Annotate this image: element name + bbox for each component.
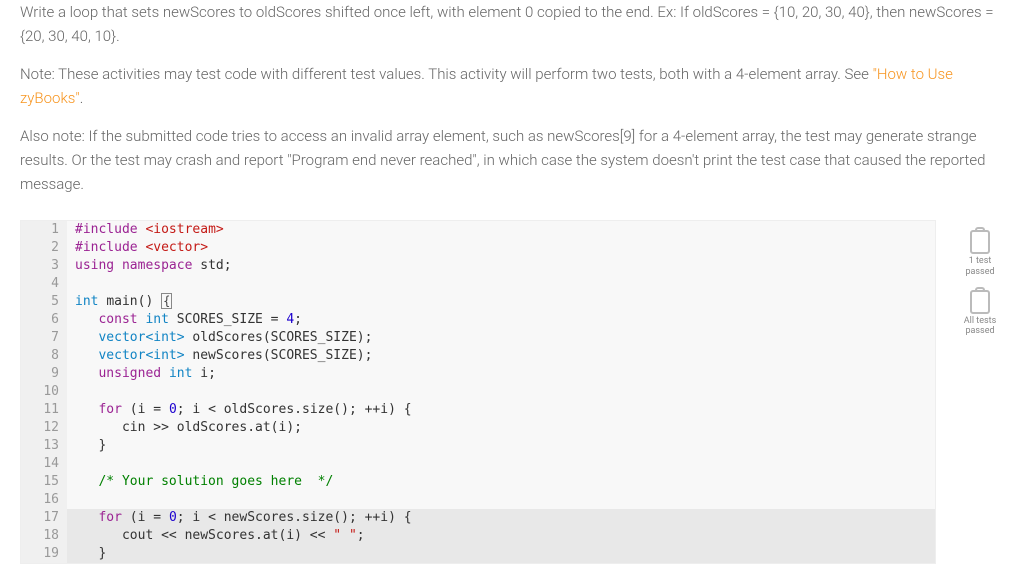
code-line[interactable]: 6 const int SCORES_SIZE = 4; (21, 311, 935, 329)
code-line[interactable]: 4 (21, 275, 935, 293)
line-number: 11 (21, 401, 67, 419)
code-source[interactable] (67, 455, 75, 473)
code-line[interactable]: 13 } (21, 437, 935, 455)
line-number: 12 (21, 419, 67, 437)
line-number: 6 (21, 311, 67, 329)
code-line[interactable]: 2#include <vector> (21, 239, 935, 257)
line-number: 14 (21, 455, 67, 473)
code-source[interactable] (67, 275, 75, 293)
code-source[interactable]: for (i = 0; i < newScores.size(); ++i) { (67, 509, 412, 527)
code-source[interactable] (67, 491, 75, 509)
line-number: 16 (21, 491, 67, 509)
code-source[interactable]: } (67, 437, 106, 455)
code-source[interactable]: } (67, 545, 106, 563)
instruction-p2-lead: Note: These activities may test code wit… (20, 65, 873, 83)
code-line[interactable]: 16 (21, 491, 935, 509)
line-number: 4 (21, 275, 67, 293)
line-number: 7 (21, 329, 67, 347)
line-number: 8 (21, 347, 67, 365)
code-line[interactable]: 8 vector<int> newScores(SCORES_SIZE); (21, 347, 935, 365)
code-source[interactable]: cout << newScores.at(i) << " "; (67, 527, 365, 545)
line-number: 15 (21, 473, 67, 491)
code-line[interactable]: 1#include <iostream> (21, 221, 935, 239)
line-number: 17 (21, 509, 67, 527)
code-source[interactable]: int main() { (67, 293, 172, 311)
line-number: 1 (21, 221, 67, 239)
code-source[interactable]: #include <vector> (67, 239, 208, 257)
line-number: 2 (21, 239, 67, 257)
code-source[interactable]: vector<int> newScores(SCORES_SIZE); (67, 347, 372, 365)
test-status-sidebar: 1 test passed All tests passed (956, 220, 1004, 337)
instruction-paragraph-3: Also note: If the submitted code tries t… (20, 124, 1004, 196)
code-line[interactable]: 3using namespace std; (21, 257, 935, 275)
status-all-tests-passed: All tests passed (956, 290, 1004, 338)
line-number: 9 (21, 365, 67, 383)
code-line[interactable]: 17 for (i = 0; i < newScores.size(); ++i… (21, 509, 935, 527)
code-line[interactable]: 19 } (21, 545, 935, 563)
line-number: 5 (21, 293, 67, 311)
line-number: 10 (21, 383, 67, 401)
code-line[interactable]: 14 (21, 455, 935, 473)
code-source[interactable]: cin >> oldScores.at(i); (67, 419, 302, 437)
code-source[interactable] (67, 383, 75, 401)
code-line[interactable]: 7 vector<int> oldScores(SCORES_SIZE); (21, 329, 935, 347)
code-source[interactable]: for (i = 0; i < oldScores.size(); ++i) { (67, 401, 412, 419)
line-number: 18 (21, 527, 67, 545)
instruction-paragraph-1: Write a loop that sets newScores to oldS… (20, 0, 1004, 48)
code-line[interactable]: 15 /* Your solution goes here */ (21, 473, 935, 491)
code-line[interactable]: 5int main() { (21, 293, 935, 311)
status-label-1: 1 test passed (956, 256, 1004, 278)
code-source[interactable]: /* Your solution goes here */ (67, 473, 333, 491)
line-number: 3 (21, 257, 67, 275)
status-label-2: All tests passed (956, 316, 1004, 338)
clipboard-icon (970, 290, 990, 314)
code-source[interactable]: #include <iostream> (67, 221, 224, 239)
line-number: 19 (21, 545, 67, 563)
code-source[interactable]: vector<int> oldScores(SCORES_SIZE); (67, 329, 372, 347)
instruction-p2-tail: . (80, 89, 84, 107)
code-line[interactable]: 18 cout << newScores.at(i) << " "; (21, 527, 935, 545)
code-source[interactable]: const int SCORES_SIZE = 4; (67, 311, 302, 329)
code-line[interactable]: 11 for (i = 0; i < oldScores.size(); ++i… (21, 401, 935, 419)
instruction-paragraph-2: Note: These activities may test code wit… (20, 62, 1004, 110)
instructions-block: Write a loop that sets newScores to oldS… (0, 0, 1024, 220)
code-source[interactable]: using namespace std; (67, 257, 232, 275)
code-source[interactable]: unsigned int i; (67, 365, 216, 383)
line-number: 13 (21, 437, 67, 455)
code-line[interactable]: 9 unsigned int i; (21, 365, 935, 383)
clipboard-icon (970, 230, 990, 254)
code-line[interactable]: 10 (21, 383, 935, 401)
code-line[interactable]: 12 cin >> oldScores.at(i); (21, 419, 935, 437)
code-editor[interactable]: 1#include <iostream>2#include <vector>3u… (20, 220, 936, 564)
status-one-test-passed: 1 test passed (956, 230, 1004, 278)
